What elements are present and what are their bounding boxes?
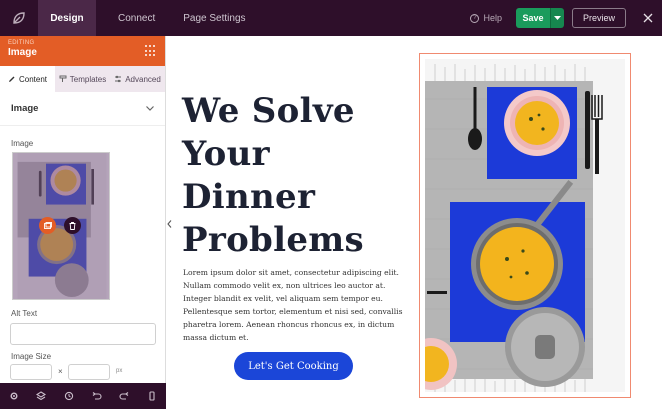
section-title: Image [11, 103, 39, 114]
top-bar: Design Connect Page Settings ? Help Save… [0, 0, 662, 36]
redo-icon[interactable] [119, 391, 129, 401]
help-label: Help [483, 13, 502, 23]
image-section-header[interactable]: Image [0, 92, 165, 126]
chevron-down-icon [553, 15, 561, 20]
image-size-label: Image Size [11, 352, 52, 361]
image-library-icon[interactable] [39, 217, 56, 234]
tab-page-settings[interactable]: Page Settings [169, 0, 259, 36]
grid-icon[interactable] [145, 45, 157, 57]
sidebar-footer [0, 383, 166, 409]
tab-templates[interactable]: Templates [55, 66, 110, 92]
seedprod-logo-icon[interactable] [0, 0, 38, 36]
pencil-icon [8, 76, 15, 82]
close-icon[interactable] [638, 13, 658, 23]
preview-button[interactable]: Preview [571, 8, 626, 28]
undo-icon[interactable] [92, 391, 102, 401]
image-field-label: Image [11, 139, 34, 148]
height-input[interactable] [68, 364, 110, 380]
help-icon: ? [470, 13, 480, 23]
trash-icon[interactable] [64, 217, 81, 234]
width-input[interactable] [10, 364, 52, 380]
size-x-symbol: × [58, 367, 63, 376]
mobile-icon[interactable] [147, 391, 157, 401]
chevron-down-icon [146, 106, 154, 111]
tab-advanced[interactable]: Advanced [110, 66, 165, 92]
cta-button[interactable]: Let's Get Cooking [234, 352, 353, 380]
editing-header: EDITING Image [0, 36, 165, 66]
tab-connect[interactable]: Connect [104, 0, 169, 36]
alt-text-input[interactable] [10, 323, 156, 345]
selected-image-block[interactable] [419, 53, 631, 398]
layers-icon[interactable] [36, 391, 47, 401]
tab-design[interactable]: Design [38, 0, 96, 36]
soup-photo-image [425, 59, 625, 392]
history-icon[interactable] [64, 391, 74, 401]
sliders-icon [115, 75, 122, 83]
hero-body-text[interactable]: Lorem ipsum dolor sit amet, consectetur … [183, 266, 409, 344]
image-thumbnail[interactable] [12, 152, 110, 300]
tab-content-label: Content [18, 74, 48, 84]
editing-title: Image [8, 47, 37, 58]
collapse-sidebar-icon[interactable] [165, 216, 173, 232]
food-photo [425, 59, 625, 392]
save-dropdown-button[interactable] [549, 8, 564, 28]
save-button[interactable]: Save [515, 8, 550, 28]
tab-content[interactable]: Content [0, 66, 55, 92]
save-button-group: Save [515, 8, 564, 28]
editing-label: EDITING [8, 40, 35, 46]
help-button[interactable]: ? Help [470, 13, 502, 23]
panel-tabs: Content Templates Advanced [0, 66, 165, 92]
editor-sidebar: EDITING Image Content Templates Advanced… [0, 36, 166, 409]
tab-advanced-label: Advanced [125, 74, 161, 84]
alt-text-label: Alt Text [11, 309, 38, 318]
brush-icon [59, 75, 67, 82]
tab-templates-label: Templates [69, 74, 107, 84]
thumbnail-overlay [13, 153, 109, 299]
hero-headline[interactable]: We Solve Your Dinner Problems [182, 90, 414, 262]
gear-icon[interactable] [9, 391, 19, 401]
size-unit: px [116, 368, 123, 374]
